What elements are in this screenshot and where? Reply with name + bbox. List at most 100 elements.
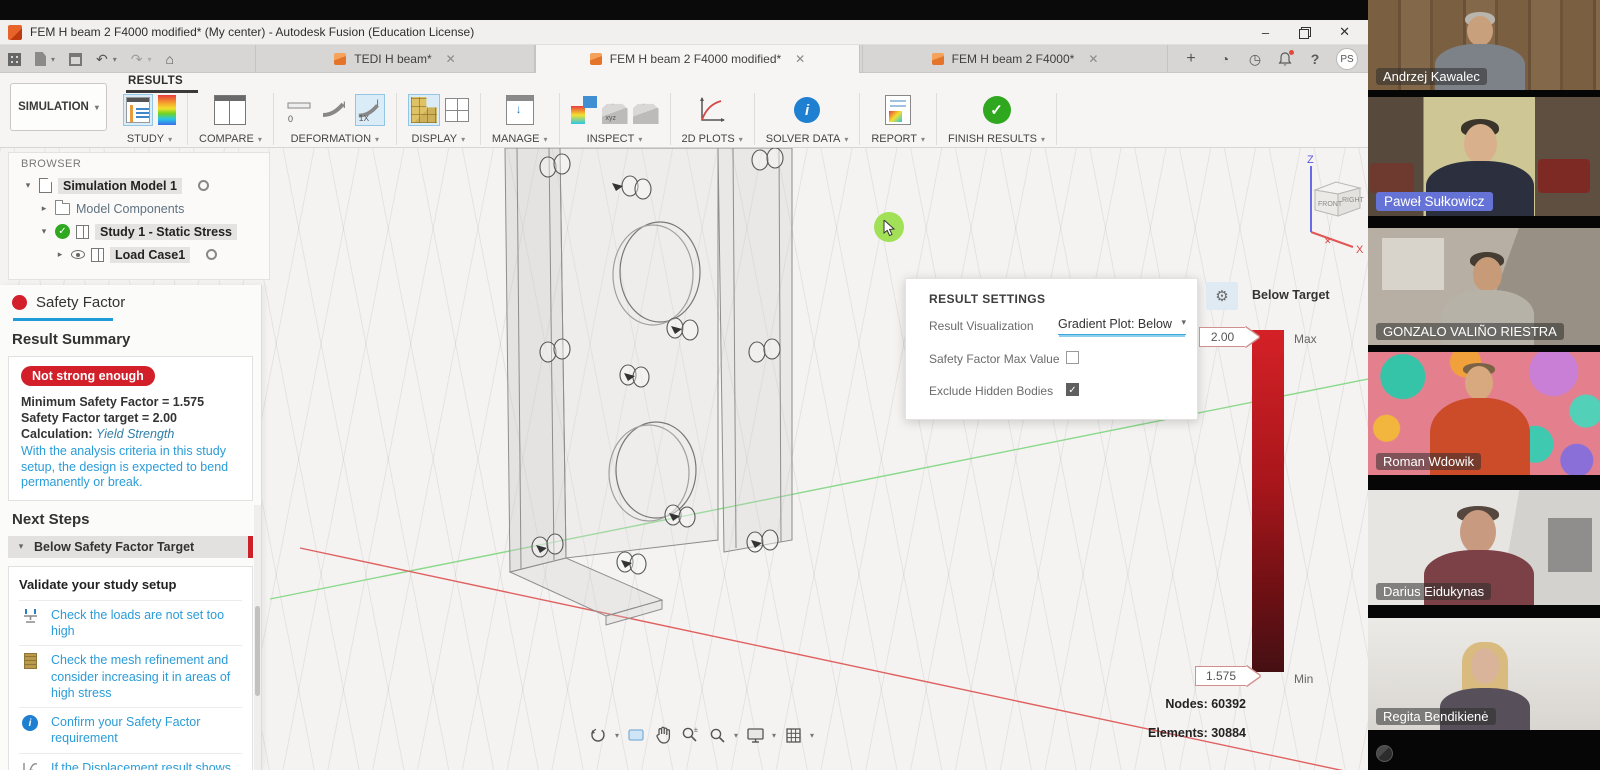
next-step-item[interactable]: Check the loads are not set too high: [19, 600, 242, 646]
chevron-right-icon[interactable]: ▸: [55, 249, 65, 260]
ribbon-group-report: REPORT▾: [860, 93, 937, 145]
solver-data-menu[interactable]: SOLVER DATA▾: [766, 133, 849, 145]
inspect-results-icon[interactable]: [571, 96, 597, 124]
tree-row-study[interactable]: ▾ ✓ Study 1 - Static Stress: [9, 220, 269, 243]
deformation-menu[interactable]: DEFORMATION▾: [291, 133, 379, 145]
compare-menu[interactable]: COMPARE▾: [199, 133, 262, 145]
zoom-icon[interactable]: ±: [680, 725, 700, 745]
orbit-caret-icon[interactable]: ▾: [615, 731, 619, 740]
max-value-checkbox[interactable]: [1066, 351, 1079, 364]
display-settings-icon[interactable]: [745, 725, 765, 745]
meeting-reaction-icon[interactable]: [1376, 745, 1393, 762]
home-icon[interactable]: ⌂: [166, 51, 174, 67]
video-tile[interactable]: GONZALO VALIÑO RIESTRA: [1368, 228, 1600, 345]
video-tile[interactable]: Paweł Sułkowicz: [1368, 97, 1600, 216]
below-target-collapsible[interactable]: ▾ Below Safety Factor Target: [8, 536, 253, 558]
file-menu-icon[interactable]: [35, 52, 46, 66]
next-step-item[interactable]: If the Displacement result shows high di…: [19, 753, 242, 770]
video-tile[interactable]: Regita Bendikienė: [1368, 618, 1600, 730]
legend-min-flag[interactable]: 1.575: [1195, 666, 1247, 686]
solver-data-info-icon[interactable]: i: [794, 97, 820, 123]
grid-caret-icon[interactable]: ▾: [810, 731, 814, 740]
inspect-menu[interactable]: INSPECT▾: [587, 133, 643, 145]
workspace-switcher[interactable]: SIMULATION ▾: [10, 83, 107, 131]
legend-bar-icon[interactable]: [158, 95, 176, 125]
tabbar: ▾ ↶▾ ↷▾ ⌂ TEDI H beam* ✕ FEM H beam 2 F4…: [0, 45, 1368, 73]
tree-row-simulation-model[interactable]: ▾ Simulation Model 1: [9, 174, 269, 197]
calculation-line: Calculation: Yield Strength: [21, 426, 240, 442]
document-tab[interactable]: FEM H beam 2 F4000* ✕: [862, 45, 1168, 73]
finish-results-menu[interactable]: FINISH RESULTS▾: [948, 133, 1045, 145]
2d-plots-menu[interactable]: 2D PLOTS▾: [682, 133, 743, 145]
help-icon[interactable]: ?: [1304, 49, 1326, 69]
tree-row-model-components[interactable]: ▸ Model Components: [9, 197, 269, 220]
next-step-item[interactable]: Check the mesh refinement and consider i…: [19, 645, 242, 707]
report-menu[interactable]: REPORT▾: [871, 133, 925, 145]
mesh-display-icon[interactable]: [408, 94, 440, 126]
chevron-down-icon[interactable]: ▾: [23, 180, 33, 191]
eye-visibility-icon[interactable]: [71, 250, 85, 259]
surface-probe-icon[interactable]: [633, 96, 659, 124]
display-menu[interactable]: DISPLAY▾: [411, 133, 465, 145]
compare-icon[interactable]: [214, 95, 246, 125]
next-step-item[interactable]: i Confirm your Safety Factor requirement: [19, 707, 242, 753]
undo-caret-icon[interactable]: ▾: [113, 55, 117, 64]
visibility-ring-icon[interactable]: [206, 249, 217, 260]
new-tab-button[interactable]: +: [1180, 49, 1202, 69]
2d-plots-icon[interactable]: [697, 94, 727, 126]
study-menu[interactable]: STUDY▾: [127, 133, 172, 145]
viewport-canvas[interactable]: BROWSER ▾ Simulation Model 1 ▸ Model Com…: [0, 148, 1368, 770]
close-button[interactable]: ✕: [1339, 24, 1350, 40]
close-icon[interactable]: ✕: [446, 52, 456, 66]
extensions-icon[interactable]: ◔: [1214, 49, 1236, 69]
zoom-caret-icon[interactable]: ▾: [734, 731, 738, 740]
job-status-clock-icon[interactable]: ◷: [1244, 49, 1266, 69]
close-icon[interactable]: ✕: [1088, 52, 1098, 66]
save-icon[interactable]: [69, 53, 82, 66]
restore-button[interactable]: [1299, 27, 1309, 37]
exclude-hidden-checkbox[interactable]: ✓: [1066, 383, 1079, 396]
visibility-ring-icon[interactable]: [198, 180, 209, 191]
ribbon-tab-results[interactable]: RESULTS: [128, 75, 183, 87]
grid-snap-icon[interactable]: [783, 725, 803, 745]
apps-grid-icon[interactable]: [8, 53, 21, 66]
user-avatar[interactable]: PS: [1336, 48, 1358, 70]
pan-hand-icon[interactable]: [653, 725, 673, 745]
panel-scrollbar[interactable]: [254, 505, 261, 770]
deformation-scaled-icon[interactable]: 1XI: [355, 94, 385, 126]
view-cube[interactable]: Z FRONT RIGHT X ✕: [1268, 152, 1378, 264]
manage-menu[interactable]: MANAGE▾: [492, 133, 548, 145]
orbit-icon[interactable]: [588, 725, 608, 745]
manage-icon[interactable]: [506, 95, 534, 125]
zoom-window-icon[interactable]: [707, 725, 727, 745]
undo-icon[interactable]: ↶: [96, 51, 108, 68]
scrollbar-thumb[interactable]: [255, 606, 260, 696]
tree-row-load-case[interactable]: ▸ Load Case1: [9, 243, 269, 266]
study-settings-icon[interactable]: [123, 94, 153, 126]
notifications-bell-icon[interactable]: [1274, 49, 1296, 69]
video-tile[interactable]: Darius Eidukynas: [1368, 490, 1600, 605]
document-tab-active[interactable]: FEM H beam 2 F4000 modified* ✕: [535, 45, 860, 73]
point-probe-xyz-icon[interactable]: xyz: [602, 96, 628, 124]
legend-gradient-bar[interactable]: [1252, 330, 1284, 672]
legend-max-flag[interactable]: 2.00: [1199, 327, 1246, 347]
legend-settings-gear-icon[interactable]: ⚙: [1206, 282, 1238, 310]
video-tile[interactable]: Andrzej Kawalec: [1368, 0, 1600, 90]
close-icon[interactable]: ✕: [795, 52, 805, 66]
report-icon[interactable]: [885, 95, 911, 125]
chevron-down-icon[interactable]: ▾: [39, 226, 49, 237]
minimize-button[interactable]: –: [1262, 25, 1269, 40]
chevron-right-icon[interactable]: ▸: [39, 203, 49, 214]
file-menu-caret-icon[interactable]: ▾: [51, 55, 55, 64]
look-at-icon[interactable]: [626, 725, 646, 745]
safety-factor-target: Safety Factor target = 2.00: [21, 410, 240, 426]
deformation-undeformed-icon[interactable]: 0: [285, 94, 315, 126]
deformation-actual-icon[interactable]: I: [320, 94, 350, 126]
analysis-note: With the analysis criteria in this study…: [21, 444, 240, 491]
video-tile[interactable]: Roman Wdowik: [1368, 352, 1600, 475]
results-display-icon[interactable]: [445, 98, 469, 122]
finish-results-check-icon[interactable]: ✓: [983, 96, 1011, 124]
visualization-dropdown[interactable]: Gradient Plot: Below ▾: [1058, 317, 1186, 335]
display-caret-icon[interactable]: ▾: [772, 731, 776, 740]
document-tab[interactable]: TEDI H beam* ✕: [255, 45, 535, 73]
